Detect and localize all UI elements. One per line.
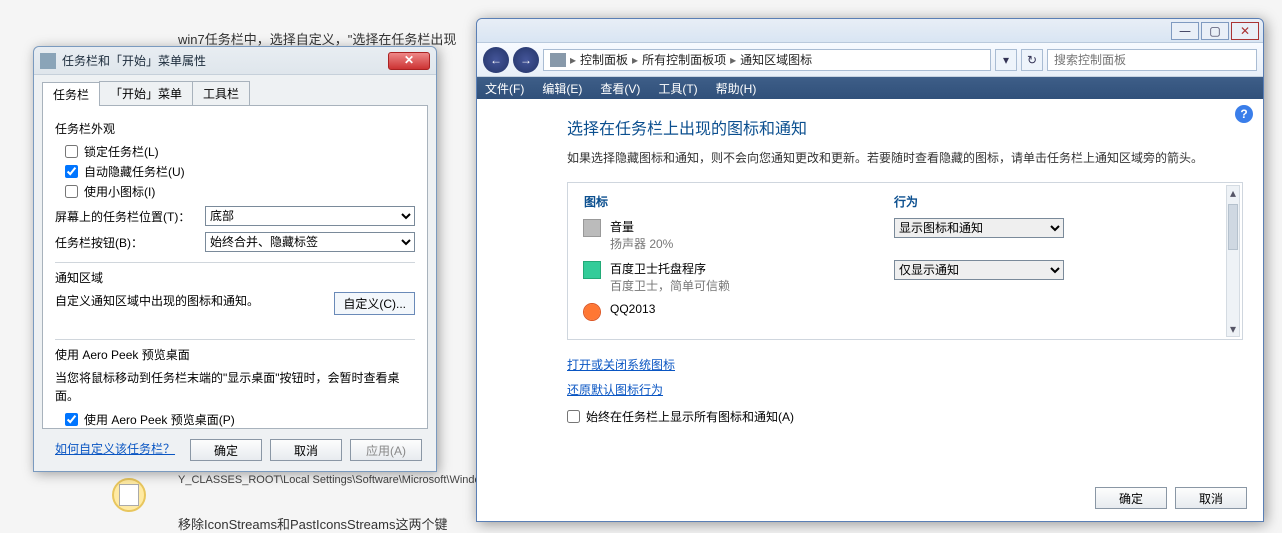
icon-list-box: 图标 行为 音量 扬声器 20% 显示图标和通知 百度卫士托盘程序: [567, 182, 1243, 340]
column-icon-header: 图标: [584, 193, 894, 210]
scrollbar-thumb[interactable]: [1228, 204, 1238, 250]
aero-peek-input[interactable]: [65, 413, 78, 426]
cancel-button[interactable]: 取消: [270, 439, 342, 461]
group-notification-title: 通知区域: [55, 269, 415, 286]
maximize-button[interactable]: ▢: [1201, 22, 1229, 40]
menu-edit[interactable]: 编辑(E): [542, 80, 582, 97]
item-name: QQ2013: [610, 302, 655, 316]
breadcrumb-control-panel[interactable]: 控制面板: [580, 51, 628, 68]
list-item: 百度卫士托盘程序 百度卫士，简单可信赖 仅显示通知: [584, 260, 1226, 294]
menu-help[interactable]: 帮助(H): [716, 80, 757, 97]
chevron-right-icon: ▸: [730, 53, 736, 67]
lock-taskbar-input[interactable]: [65, 145, 78, 158]
breadcrumb-dropdown[interactable]: ▾: [995, 49, 1017, 71]
arrow-right-icon: →: [520, 53, 532, 67]
ok-button[interactable]: 确定: [190, 439, 262, 461]
dialog-titlebar[interactable]: 任务栏和「开始」菜单属性 ✕: [34, 47, 436, 75]
always-show-checkbox[interactable]: 始终在任务栏上显示所有图标和通知(A): [567, 408, 1243, 425]
dialog-icon: [40, 53, 56, 69]
control-panel-window: — ▢ ✕ ← → ▸ 控制面板 ▸ 所有控制面板项 ▸ 通知区域图标 ▾ ↻ …: [476, 18, 1264, 522]
column-behavior-header: 行为: [894, 193, 918, 210]
aero-peek-checkbox[interactable]: 使用 Aero Peek 预览桌面(P): [65, 411, 415, 428]
content-area: ? 选择在任务栏上出现的图标和通知 如果选择隐藏图标和通知，则不会向您通知更改和…: [477, 99, 1263, 521]
customize-button[interactable]: 自定义(C)...: [334, 292, 415, 315]
bg-line-3: 移除IconStreams和PastIconsStreams这两个键: [178, 514, 447, 533]
small-icons-checkbox[interactable]: 使用小图标(I): [65, 183, 415, 200]
breadcrumb-notification-icons[interactable]: 通知区域图标: [740, 51, 812, 68]
scroll-up-arrow[interactable]: ▴: [1227, 186, 1239, 200]
position-select[interactable]: 底部: [205, 206, 415, 226]
item-name: 百度卫士托盘程序: [610, 260, 730, 277]
list-item: 音量 扬声器 20% 显示图标和通知: [584, 218, 1226, 252]
window-titlebar[interactable]: — ▢ ✕: [477, 19, 1263, 43]
behavior-select[interactable]: 显示图标和通知: [894, 218, 1064, 238]
navigation-bar: ← → ▸ 控制面板 ▸ 所有控制面板项 ▸ 通知区域图标 ▾ ↻: [477, 43, 1263, 77]
buttons-label: 任务栏按钮(B)：: [55, 234, 205, 251]
group-appearance-title: 任务栏外观: [55, 120, 415, 137]
tab-taskbar[interactable]: 任务栏: [42, 82, 100, 106]
taskbar-properties-dialog: 任务栏和「开始」菜单属性 ✕ 任务栏 「开始」菜单 工具栏 任务栏外观 锁定任务…: [33, 46, 437, 472]
ok-button[interactable]: 确定: [1095, 487, 1167, 509]
item-name: 音量: [610, 218, 673, 235]
breadcrumb[interactable]: ▸ 控制面板 ▸ 所有控制面板项 ▸ 通知区域图标: [543, 49, 991, 71]
cancel-button[interactable]: 取消: [1175, 487, 1247, 509]
lock-taskbar-checkbox[interactable]: 锁定任务栏(L): [65, 143, 415, 160]
always-show-label: 始终在任务栏上显示所有图标和通知(A): [586, 408, 794, 425]
help-icon[interactable]: ?: [1235, 105, 1253, 123]
note-icon: [112, 478, 146, 512]
arrow-left-icon: ←: [490, 53, 502, 67]
behavior-select[interactable]: 仅显示通知: [894, 260, 1064, 280]
group-peek-title: 使用 Aero Peek 预览桌面: [55, 346, 415, 363]
computer-icon: [550, 53, 566, 67]
autohide-label: 自动隐藏任务栏(U): [84, 163, 185, 180]
position-label: 屏幕上的任务栏位置(T)：: [55, 208, 205, 225]
buttons-select[interactable]: 始终合并、隐藏标签: [205, 232, 415, 252]
search-input[interactable]: [1047, 49, 1257, 71]
scrollbar[interactable]: ▴ ▾: [1226, 185, 1240, 337]
separator-2: [55, 339, 415, 340]
menu-view[interactable]: 查看(V): [600, 80, 640, 97]
notification-desc: 自定义通知区域中出现的图标和通知。: [55, 294, 259, 308]
menu-tools[interactable]: 工具(T): [658, 80, 697, 97]
small-icons-label: 使用小图标(I): [84, 183, 155, 200]
menu-bar: 文件(F) 编辑(E) 查看(V) 工具(T) 帮助(H): [477, 77, 1263, 99]
dialog-title: 任务栏和「开始」菜单属性: [62, 52, 388, 69]
bg-line-2: Y_CLASSES_ROOT\Local Settings\Software\M…: [178, 474, 494, 486]
breadcrumb-all-items[interactable]: 所有控制面板项: [642, 51, 726, 68]
tab-toolbars[interactable]: 工具栏: [192, 81, 250, 105]
always-show-input[interactable]: [567, 410, 580, 423]
help-link[interactable]: 如何自定义该任务栏？: [55, 442, 175, 456]
tab-start-menu[interactable]: 「开始」菜单: [99, 81, 193, 105]
restore-defaults-link[interactable]: 还原默认图标行为: [567, 383, 663, 397]
qq-icon: [584, 304, 600, 320]
autohide-input[interactable]: [65, 165, 78, 178]
aero-peek-label: 使用 Aero Peek 预览桌面(P): [84, 411, 235, 428]
tab-body: 任务栏外观 锁定任务栏(L) 自动隐藏任务栏(U) 使用小图标(I) 屏幕上的任…: [42, 105, 428, 429]
refresh-button[interactable]: ↻: [1021, 49, 1043, 71]
system-icons-link[interactable]: 打开或关闭系统图标: [567, 358, 675, 372]
small-icons-input[interactable]: [65, 185, 78, 198]
apply-button[interactable]: 应用(A): [350, 439, 422, 461]
scroll-down-arrow[interactable]: ▾: [1227, 322, 1239, 336]
item-subtitle: 扬声器 20%: [610, 237, 673, 251]
chevron-right-icon: ▸: [570, 53, 576, 67]
item-subtitle: 百度卫士，简单可信赖: [610, 279, 730, 293]
lock-taskbar-label: 锁定任务栏(L): [84, 143, 159, 160]
close-button[interactable]: ✕: [1231, 22, 1259, 40]
minimize-button[interactable]: —: [1171, 22, 1199, 40]
speaker-icon: [584, 220, 600, 236]
shield-icon: [584, 262, 600, 278]
menu-file[interactable]: 文件(F): [485, 80, 524, 97]
list-item: QQ2013: [584, 302, 1226, 320]
nav-forward-button[interactable]: →: [513, 47, 539, 73]
separator-1: [55, 262, 415, 263]
page-title: 选择在任务栏上出现的图标和通知: [567, 115, 1243, 139]
chevron-right-icon: ▸: [632, 53, 638, 67]
autohide-checkbox[interactable]: 自动隐藏任务栏(U): [65, 163, 415, 180]
close-button[interactable]: ✕: [388, 52, 430, 70]
page-description: 如果选择隐藏图标和通知，则不会向您通知更改和更新。若要随时查看隐藏的图标，请单击…: [567, 149, 1243, 168]
peek-desc: 当您将鼠标移动到任务栏末端的"显示桌面"按钮时，会暂时查看桌面。: [55, 369, 415, 405]
nav-back-button[interactable]: ←: [483, 47, 509, 73]
dialog-tabs: 任务栏 「开始」菜单 工具栏: [34, 75, 436, 105]
